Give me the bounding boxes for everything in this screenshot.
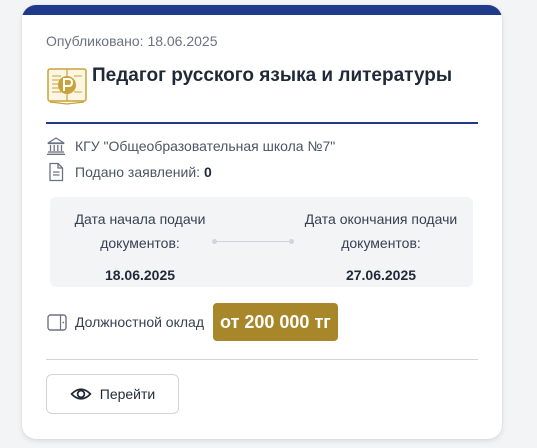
organization-name: КГУ "Общеобразовательная школа №7" — [75, 138, 336, 154]
applications-label: Подано заявлений: — [75, 164, 201, 180]
salary-label: Должностной оклад — [75, 314, 205, 330]
start-date-value: 18.06.2025 — [104, 267, 176, 283]
salary-row: Должностной оклад от 200 000 тг — [46, 303, 338, 341]
date-connector-line — [212, 239, 294, 244]
eye-icon — [70, 388, 92, 400]
applications-row: Подано заявлений: 0 — [46, 162, 212, 182]
card-divider — [46, 359, 478, 360]
start-date-block: Дата начала подачи документов: 18.06.202… — [50, 207, 230, 287]
document-icon — [49, 162, 64, 182]
published-date: Опубликовано: 18.06.2025 — [46, 33, 218, 49]
title-row: Педагог русского языка и литературы — [46, 61, 478, 107]
end-date-block: Дата окончания подачи документов: 27.06.… — [291, 207, 471, 287]
vacancy-title: Педагог русского языка и литературы — [92, 65, 453, 86]
go-button[interactable]: Перейти — [46, 374, 179, 414]
dates-panel: Дата начала подачи документов: 18.06.202… — [50, 197, 473, 287]
title-underline — [46, 122, 478, 124]
applications-count: 0 — [204, 164, 212, 180]
start-date-label: Дата начала подачи документов: — [74, 211, 206, 251]
end-date-label: Дата окончания подачи документов: — [304, 211, 458, 251]
go-button-label: Перейти — [99, 386, 156, 402]
salary-badge: от 200 000 тг — [213, 303, 338, 341]
book-logo-icon — [47, 68, 87, 105]
wallet-icon — [47, 314, 67, 331]
vacancy-card: Опубликовано: 18.06.2025 Педагог русског… — [22, 5, 502, 439]
organization-row: КГУ "Общеобразовательная школа №7" — [46, 136, 335, 156]
card-top-accent-bar — [22, 5, 502, 15]
bank-building-icon — [47, 137, 65, 155]
end-date-value: 27.06.2025 — [345, 267, 417, 283]
